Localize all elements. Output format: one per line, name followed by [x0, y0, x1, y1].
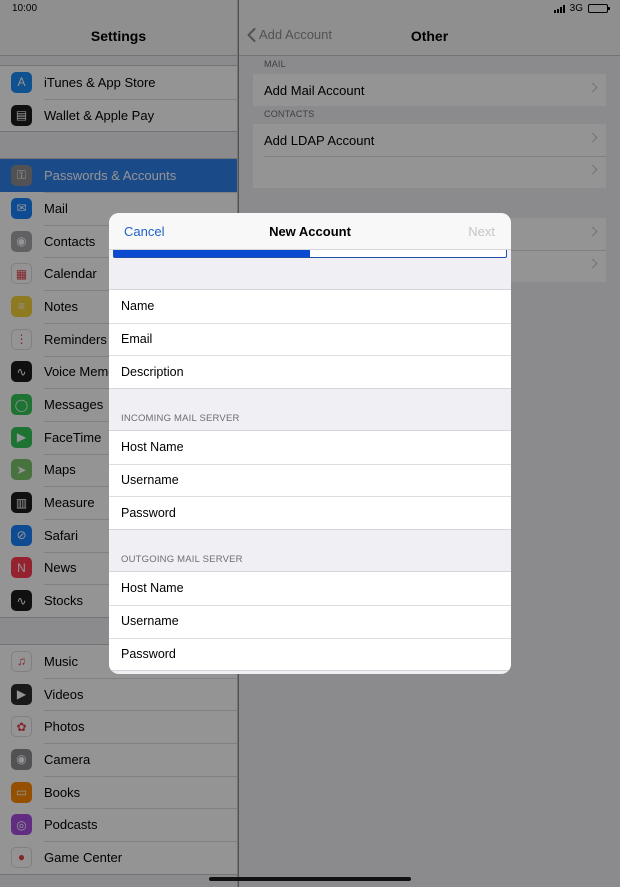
field-label: Description — [121, 364, 184, 379]
signal-icon — [553, 4, 565, 13]
form-gap — [109, 258, 511, 289]
sheet-form: Name Email Description INCOMING MAIL SERVE… — [109, 258, 511, 672]
account-fields: Name Email Description — [109, 289, 511, 390]
username-field[interactable]: Username — [109, 463, 511, 497]
outgoing-fields: Host Name Username Password — [109, 571, 511, 672]
network-label: 3G — [569, 3, 583, 14]
new-account-sheet: Cancel New Account Next Name Email Descrip… — [109, 213, 511, 674]
field-label: Host Name — [121, 440, 184, 455]
username-field[interactable]: Username — [109, 604, 511, 638]
incoming-header: INCOMING MAIL SERVER — [121, 413, 240, 425]
status-time: 10:00 — [12, 3, 38, 14]
field-label: Password — [121, 505, 176, 520]
sheet-navbar: Cancel New Account Next — [109, 213, 511, 250]
field-label: Username — [121, 473, 179, 488]
field-label: Name — [121, 299, 155, 314]
field-label: Username — [121, 614, 179, 629]
host-name-field[interactable]: Host Name — [109, 572, 511, 605]
incoming-fields: Host Name Username Password — [109, 430, 511, 531]
password-field[interactable]: Password — [109, 637, 511, 671]
description-field[interactable]: Description — [109, 355, 511, 388]
field-label: Password — [121, 646, 176, 661]
next-button[interactable]: Next — [468, 224, 495, 239]
host-name-field[interactable]: Host Name — [109, 431, 511, 464]
sheet-title: New Account — [269, 224, 351, 239]
password-field[interactable]: Password — [109, 496, 511, 529]
email-field[interactable]: Email — [109, 322, 511, 356]
name-field[interactable]: Name — [109, 290, 511, 323]
field-label: Host Name — [121, 581, 184, 596]
status-bar: 10:00 3G — [0, 0, 620, 18]
home-indicator — [209, 877, 411, 881]
outgoing-header: OUTGOING MAIL SERVER — [121, 554, 243, 566]
field-label: Email — [121, 332, 153, 347]
progress-fill — [114, 250, 310, 257]
status-right: 3G — [553, 3, 610, 14]
progress-bar — [113, 250, 507, 258]
battery-icon — [588, 4, 610, 13]
